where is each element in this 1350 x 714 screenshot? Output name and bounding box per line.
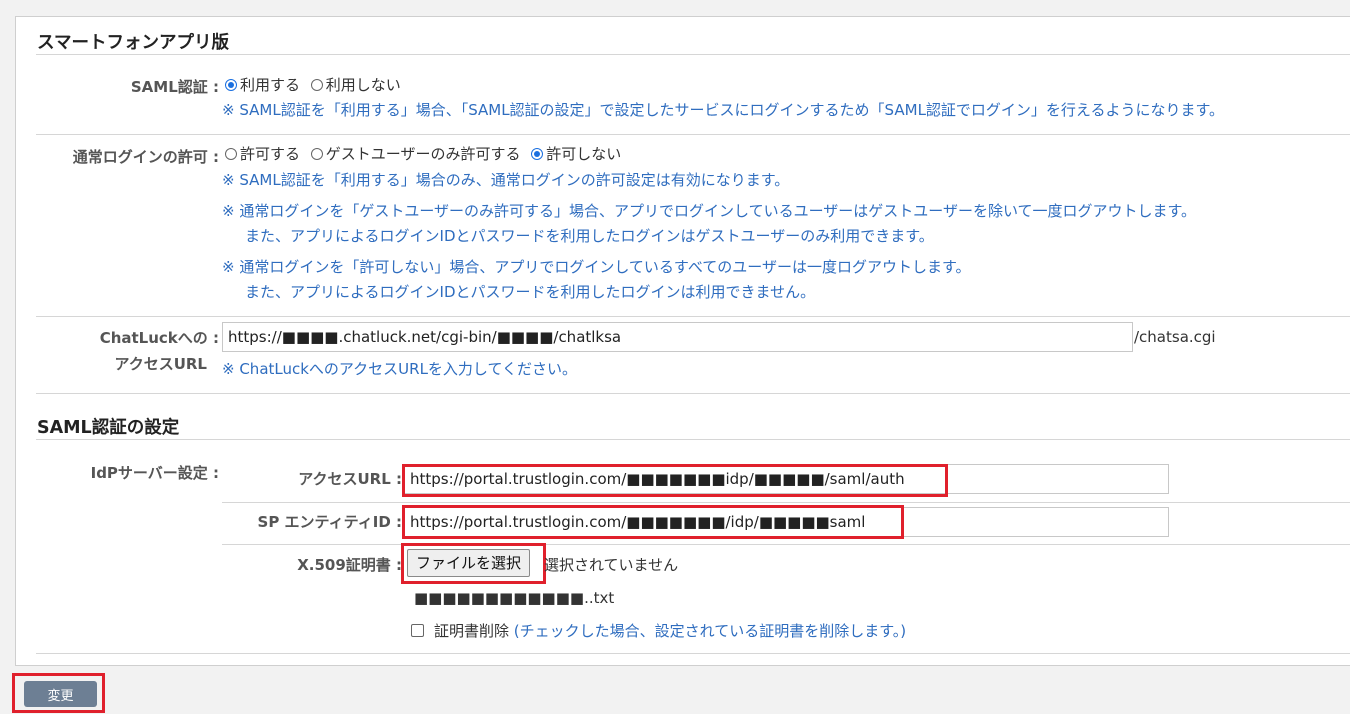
cert-filename: ■■■■■■■■■■■■..txt <box>414 589 615 607</box>
highlight-sp-entity <box>402 505 904 539</box>
highlight-submit <box>12 673 105 713</box>
radio-icon[interactable] <box>310 79 323 91</box>
chatluck-url-suffix: /chatsa.cgi <box>1134 328 1216 346</box>
radio-icon[interactable] <box>225 79 237 91</box>
chatluck-url-label-2: アクセスURL <box>114 355 207 373</box>
delete-cert-note: (チェックした場合、設定されている証明書を削除します。) <box>513 622 907 640</box>
saml-auth-radio-group: 利用する 利用しない <box>225 74 407 95</box>
section-title-saml-settings: SAML認証の設定 <box>37 418 180 438</box>
section-title-smartphone: スマートフォンアプリ版 <box>37 33 229 53</box>
highlight-file-button <box>401 543 546 584</box>
login-note-3: ※ 通常ログインを「許可しない」場合、アプリでログインしているすべてのユーザーは… <box>222 258 971 276</box>
cert-label: X.509証明書 : <box>297 556 402 574</box>
login-allow-radio[interactable]: 許可する <box>225 145 300 163</box>
saml-use-radio[interactable]: 利用する <box>225 76 300 94</box>
delete-cert-label: 証明書削除 (チェックした場合、設定されている証明書を削除します。) <box>434 622 907 640</box>
chatluck-url-label: ChatLuckへの : <box>99 329 219 347</box>
saml-auth-label: SAML認証 : <box>130 78 219 96</box>
divider <box>222 502 1350 503</box>
delete-cert-checkbox[interactable] <box>411 624 424 637</box>
saml-auth-note: ※ SAML認証を「利用する」場合、「SAML認証の設定」で設定したサービスにロ… <box>222 101 1224 119</box>
login-note-3b: また、アプリによるログインIDとパスワードを利用したログインは利用できません。 <box>245 283 816 301</box>
file-status-text: 選択されていません <box>544 556 679 574</box>
divider <box>36 134 1350 135</box>
divider <box>36 54 1350 55</box>
sp-entity-label: SP エンティティID : <box>257 513 402 531</box>
chatluck-url-input[interactable]: https://■■■■.chatluck.net/cgi-bin/■■■■/c… <box>222 322 1133 352</box>
idp-server-label: IdPサーバー設定 : <box>90 464 219 482</box>
login-guest-only-radio[interactable]: ゲストユーザーのみ許可する <box>310 145 521 163</box>
divider <box>36 439 1350 440</box>
normal-login-radio-group: 許可する ゲストユーザーのみ許可する 許可しない <box>225 143 627 164</box>
login-note-1: ※ SAML認証を「利用する」場合のみ、通常ログインの許可設定は有効になります。 <box>222 171 790 189</box>
divider <box>222 544 1350 545</box>
normal-login-label: 通常ログインの許可 : <box>72 148 219 166</box>
access-url-label: アクセスURL : <box>298 470 402 488</box>
login-deny-radio[interactable]: 許可しない <box>531 145 621 163</box>
divider <box>36 316 1350 317</box>
chatluck-url-note: ※ ChatLuckへのアクセスURLを入力してください。 <box>222 360 578 378</box>
login-note-2: ※ 通常ログインを「ゲストユーザーのみ許可する」場合、アプリでログインしているユ… <box>222 202 1197 220</box>
divider <box>36 393 1350 394</box>
settings-panel: スマートフォンアプリ版 SAML認証 : 利用する 利用しない ※ SAML認証… <box>15 16 1350 666</box>
radio-icon[interactable] <box>531 148 544 160</box>
radio-icon[interactable] <box>310 148 323 160</box>
radio-icon[interactable] <box>225 148 237 160</box>
highlight-access-url <box>402 464 948 497</box>
saml-not-use-radio[interactable]: 利用しない <box>310 76 401 94</box>
login-note-2b: また、アプリによるログインIDとパスワードを利用したログインはゲストユーザーのみ… <box>245 227 934 245</box>
divider <box>36 653 1350 654</box>
